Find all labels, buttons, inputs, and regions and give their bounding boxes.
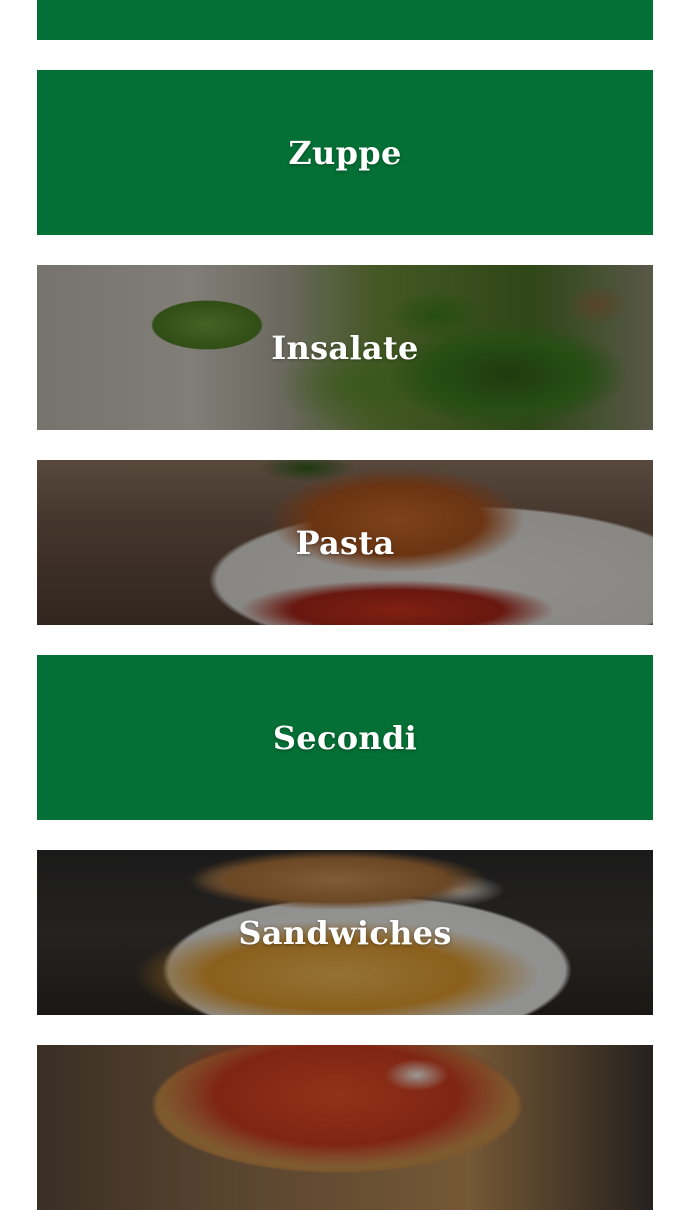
- menu-category-zuppe[interactable]: Zuppe: [37, 70, 653, 235]
- menu-category-pasta[interactable]: Pasta: [37, 460, 653, 625]
- menu-category-label: Insalate: [271, 328, 419, 367]
- menu-category-label: Zuppe: [288, 133, 402, 172]
- photo-overlay: [37, 1045, 653, 1210]
- menu-category-label: Sandwiches: [238, 913, 452, 952]
- menu-category-label: Pasta: [295, 523, 395, 562]
- menu-category-card-top[interactable]: [37, 0, 653, 40]
- menu-category-sandwiches[interactable]: Sandwiches: [37, 850, 653, 1015]
- menu-category-secondi[interactable]: Secondi: [37, 655, 653, 820]
- menu-category-insalate[interactable]: Insalate: [37, 265, 653, 430]
- menu-category-label: Secondi: [272, 718, 418, 757]
- menu-category-card-bottom[interactable]: [37, 1045, 653, 1210]
